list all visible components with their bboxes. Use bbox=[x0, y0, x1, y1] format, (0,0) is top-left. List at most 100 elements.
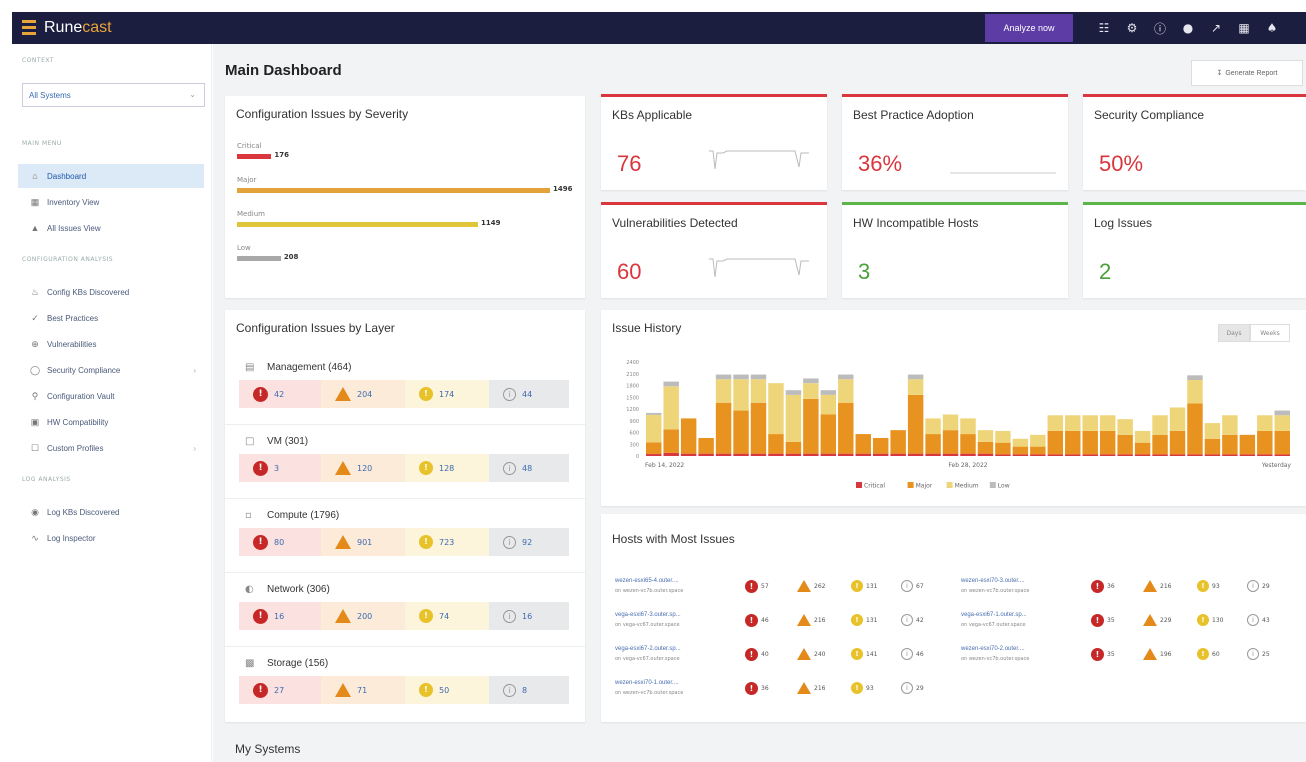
host-name-link[interactable]: vega-esxi67-2.outer.sp... bbox=[615, 646, 735, 652]
bar-critical-32[interactable] bbox=[1204, 454, 1221, 456]
bar-critical-15[interactable] bbox=[907, 453, 924, 456]
bar-critical-21[interactable] bbox=[1012, 454, 1029, 456]
layer-major-count[interactable]: 204 bbox=[321, 380, 405, 408]
bar-medium-32[interactable] bbox=[1204, 423, 1221, 439]
host-medium[interactable]: ! 131 bbox=[851, 614, 877, 626]
bar-major-35[interactable] bbox=[1257, 430, 1273, 455]
bar-critical-18[interactable] bbox=[960, 453, 976, 456]
severity-bar[interactable] bbox=[237, 154, 272, 159]
bar-medium-11[interactable] bbox=[838, 379, 854, 403]
bar-medium-16[interactable] bbox=[925, 418, 941, 435]
kpi-card-security-compliance[interactable]: Security Compliance 50% bbox=[1083, 94, 1306, 190]
sidebar-item-hw-compatibility[interactable]: ▣ HW Compatibility bbox=[18, 410, 204, 434]
bar-major-5[interactable] bbox=[733, 410, 749, 454]
bar-critical-9[interactable] bbox=[803, 453, 819, 456]
bar-medium-5[interactable] bbox=[733, 379, 749, 411]
bar-low-36[interactable] bbox=[1274, 410, 1290, 416]
bar-low-4[interactable] bbox=[715, 374, 732, 380]
bar-major-19[interactable] bbox=[977, 441, 994, 454]
bar-major-1[interactable] bbox=[663, 429, 679, 453]
sidebar-item-inventory-view[interactable]: ▦ Inventory View bbox=[18, 190, 204, 214]
bar-critical-6[interactable] bbox=[750, 453, 767, 456]
sidebar-item-log-kbs[interactable]: ◉ Log KBs Discovered bbox=[18, 500, 204, 524]
bar-medium-8[interactable] bbox=[785, 394, 802, 442]
host-medium[interactable]: ! 131 bbox=[851, 580, 877, 592]
bar-major-13[interactable] bbox=[872, 437, 889, 454]
bar-major-2[interactable] bbox=[680, 418, 697, 454]
bar-critical-36[interactable] bbox=[1274, 454, 1290, 456]
bar-medium-21[interactable] bbox=[1012, 438, 1029, 447]
host-low[interactable]: i 42 bbox=[901, 614, 924, 626]
bar-major-30[interactable] bbox=[1169, 430, 1186, 455]
bar-medium-20[interactable] bbox=[995, 430, 1011, 443]
host-critical[interactable]: ! 40 bbox=[745, 648, 769, 661]
layer-low-count[interactable]: i8 bbox=[489, 676, 569, 704]
bar-medium-36[interactable] bbox=[1274, 415, 1290, 431]
bar-major-21[interactable] bbox=[1012, 446, 1029, 455]
bar-medium-17[interactable] bbox=[942, 414, 959, 431]
bar-major-11[interactable] bbox=[838, 402, 854, 454]
bar-medium-4[interactable] bbox=[715, 379, 732, 403]
host-medium[interactable]: ! 60 bbox=[1197, 648, 1220, 660]
bar-major-31[interactable] bbox=[1187, 403, 1203, 455]
host-name-link[interactable]: vega-esxi67-3.outer.sp... bbox=[615, 612, 735, 618]
layer-critical-count[interactable]: ! 27 bbox=[239, 676, 321, 704]
bar-critical-17[interactable] bbox=[942, 453, 959, 456]
bar-major-9[interactable] bbox=[803, 398, 819, 454]
host-row[interactable]: wezen-esxi70-3.outer.... on wezen-vc7b.ou… bbox=[961, 576, 1291, 606]
bar-critical-34[interactable] bbox=[1239, 454, 1256, 456]
layer-critical-count[interactable]: ! 3 bbox=[239, 454, 321, 482]
bar-medium-25[interactable] bbox=[1082, 415, 1098, 431]
bar-low-11[interactable] bbox=[838, 374, 854, 380]
analyze-now-button[interactable]: Analyze now bbox=[985, 14, 1073, 42]
layer-major-count[interactable]: 120 bbox=[321, 454, 405, 482]
host-medium[interactable]: ! 130 bbox=[1197, 614, 1223, 626]
bar-critical-29[interactable] bbox=[1152, 454, 1168, 456]
gear-icon[interactable]: ⚙ bbox=[1118, 21, 1146, 35]
layer-medium-count[interactable]: ! 723 bbox=[405, 528, 489, 556]
host-medium[interactable]: ! 141 bbox=[851, 648, 877, 660]
host-medium[interactable]: ! 93 bbox=[1197, 580, 1220, 592]
host-low[interactable]: i 29 bbox=[1247, 580, 1270, 592]
host-critical[interactable]: ! 46 bbox=[745, 614, 769, 627]
host-major[interactable]: 196 bbox=[1143, 648, 1171, 660]
kpi-card-kbs[interactable]: KBs Applicable 76 bbox=[601, 94, 827, 190]
bar-low-9[interactable] bbox=[803, 378, 819, 384]
layer-low-count[interactable]: i 16 bbox=[489, 602, 569, 630]
sidebar-item-dashboard[interactable]: ⌂ Dashboard bbox=[18, 164, 204, 188]
bar-low-15[interactable] bbox=[907, 374, 924, 380]
link-icon[interactable]: ↗ bbox=[1202, 21, 1230, 35]
bar-medium-1[interactable] bbox=[663, 386, 679, 430]
bar-critical-23[interactable] bbox=[1047, 454, 1064, 456]
host-row[interactable]: vega-esxi67-2.outer.sp... on vega-vc67.ou… bbox=[615, 644, 945, 674]
bar-major-7[interactable] bbox=[768, 434, 784, 454]
bar-major-15[interactable] bbox=[907, 394, 924, 454]
bar-medium-28[interactable] bbox=[1134, 430, 1151, 443]
host-low[interactable]: i 67 bbox=[901, 580, 924, 592]
bar-medium-9[interactable] bbox=[803, 383, 819, 399]
bar-medium-19[interactable] bbox=[977, 430, 994, 442]
bar-major-28[interactable] bbox=[1134, 442, 1151, 455]
sidebar-item-custom-profiles[interactable]: ☐ Custom Profiles › bbox=[18, 436, 204, 460]
bar-critical-26[interactable] bbox=[1099, 454, 1116, 456]
bar-medium-26[interactable] bbox=[1099, 415, 1116, 431]
bar-critical-0[interactable] bbox=[646, 454, 662, 456]
bar-major-25[interactable] bbox=[1082, 430, 1098, 455]
host-name-link[interactable]: wezen-esxi65-4.outer.... bbox=[615, 578, 735, 584]
bar-major-27[interactable] bbox=[1117, 434, 1133, 455]
bar-major-34[interactable] bbox=[1239, 434, 1256, 455]
kpi-card-log-issues[interactable]: Log Issues 2 bbox=[1083, 202, 1306, 298]
bar-medium-24[interactable] bbox=[1065, 415, 1081, 431]
host-low[interactable]: i 43 bbox=[1247, 614, 1270, 626]
sidebar-item-configuration-vault[interactable]: ⚲ Configuration Vault bbox=[18, 384, 204, 408]
bar-major-32[interactable] bbox=[1204, 438, 1221, 455]
bar-major-20[interactable] bbox=[995, 442, 1011, 455]
layer-critical-count[interactable]: ! 42 bbox=[239, 380, 321, 408]
bar-critical-4[interactable] bbox=[715, 453, 732, 456]
bar-low-6[interactable] bbox=[750, 374, 767, 380]
bar-critical-7[interactable] bbox=[768, 453, 784, 456]
bar-low-0[interactable] bbox=[646, 412, 662, 415]
bar-medium-7[interactable] bbox=[768, 383, 784, 435]
bar-major-8[interactable] bbox=[785, 441, 802, 454]
host-major[interactable]: 229 bbox=[1143, 614, 1171, 626]
